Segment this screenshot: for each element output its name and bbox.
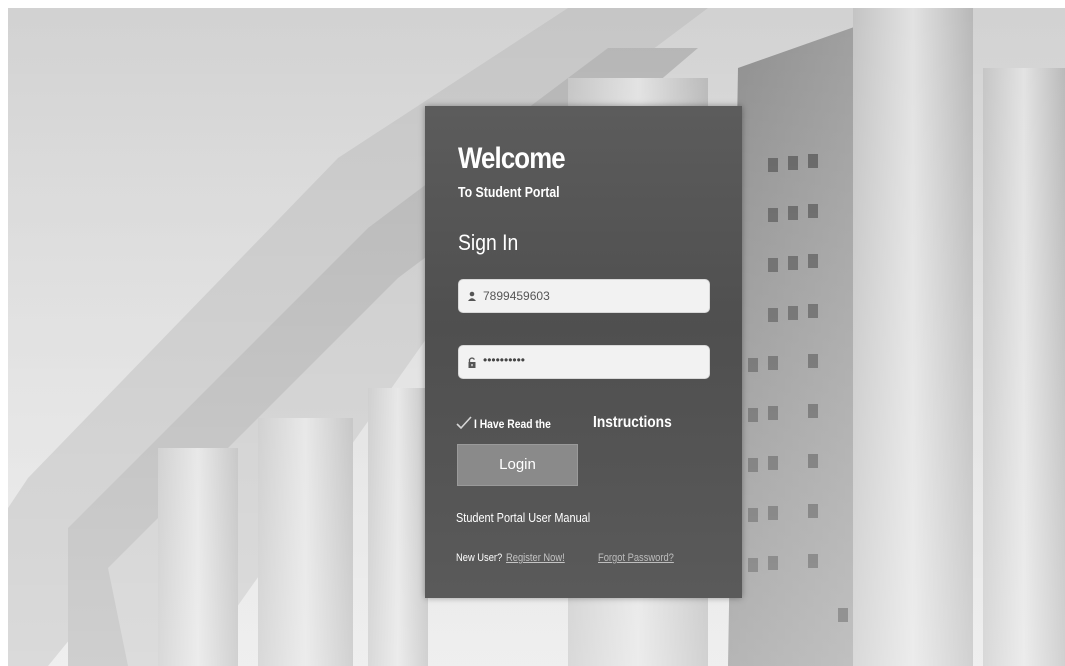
checkmark-icon[interactable] [456, 415, 472, 431]
welcome-heading: Welcome [458, 142, 566, 175]
username-value: 7899459603 [483, 289, 550, 303]
login-card: Welcome To Student Portal Sign In 789945… [425, 106, 742, 598]
portal-subtitle: To Student Portal [458, 184, 560, 201]
username-field[interactable]: 7899459603 [458, 279, 710, 313]
login-screen: Welcome To Student Portal Sign In 789945… [0, 0, 1065, 666]
lock-icon [468, 357, 476, 368]
password-value: •••••••••• [483, 353, 526, 367]
sign-in-heading: Sign In [458, 230, 519, 255]
new-user-label: New User? [456, 552, 503, 564]
user-manual-link[interactable]: Student Portal User Manual [456, 510, 590, 525]
instructions-link[interactable]: Instructions [593, 414, 672, 432]
register-link[interactable]: Register Now! [506, 552, 565, 564]
password-field[interactable]: •••••••••• [458, 345, 710, 379]
user-icon [468, 291, 476, 301]
login-button[interactable]: Login [457, 444, 578, 486]
forgot-password-link[interactable]: Forgot Password? [598, 552, 674, 564]
consent-label: I Have Read the [474, 417, 551, 431]
